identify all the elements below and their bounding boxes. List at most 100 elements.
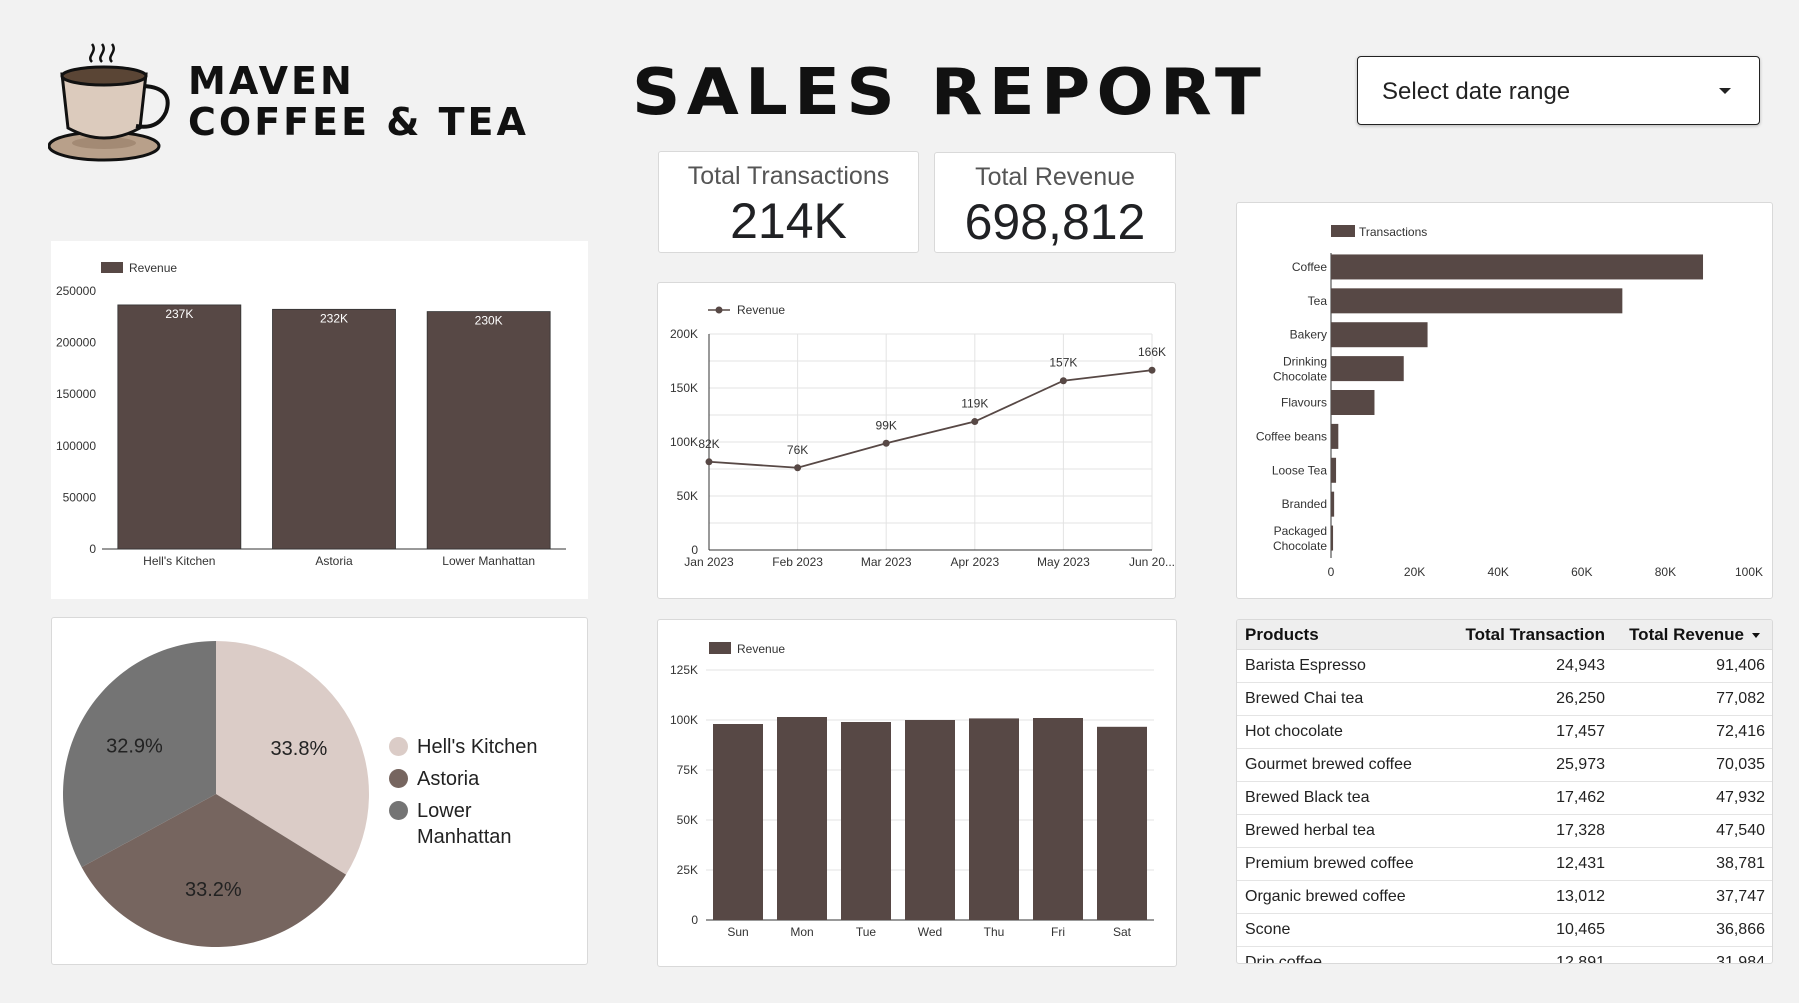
y-tick-label: Coffee beans <box>1256 429 1327 443</box>
legend-swatch <box>101 262 123 273</box>
data-label: 157K <box>1049 356 1077 370</box>
category-transactions-chart-panel: Transactions Coffee Tea Bakery Drinking Choco… <box>1236 202 1773 599</box>
bar <box>117 304 242 550</box>
date-range-dropdown[interactable]: Select date range <box>1357 56 1760 125</box>
transaction-cell: 12,891 <box>1556 954 1605 964</box>
x-tick-label: Jan 2023 <box>684 555 734 569</box>
brand-logo: MAVEN COFFEE & TEA <box>48 36 548 166</box>
y-tick-label: 25K <box>677 863 698 877</box>
bar <box>1331 457 1337 483</box>
pie-legend-label: Astoria <box>417 768 480 790</box>
store-revenue-chart-panel: Revenue 0 50000 100000 150000 200000 250000 237… <box>51 241 588 599</box>
header-products[interactable]: Products <box>1245 625 1319 645</box>
product-name-cell: Hot chocolate <box>1245 723 1343 740</box>
slice-label: 32.9% <box>106 736 163 758</box>
data-label: 166K <box>1138 345 1166 359</box>
product-name-cell: Brewed Chai tea <box>1245 690 1364 707</box>
brand-line-1: MAVEN <box>188 59 355 103</box>
y-tick-label: 0 <box>89 542 96 556</box>
bar <box>905 720 955 920</box>
revenue-cell: 91,406 <box>1716 657 1765 674</box>
kpi-total-transactions: Total Transactions 214K <box>658 151 919 253</box>
table-row[interactable]: Organic brewed coffee 13,012 37,747 <box>1237 881 1772 914</box>
kpi-label: Total Transactions <box>687 162 890 190</box>
table-row[interactable]: Brewed Black tea 17,462 47,932 <box>1237 782 1772 815</box>
revenue-cell: 70,035 <box>1716 756 1765 773</box>
chevron-down-icon <box>1719 88 1731 94</box>
y-tick-label: 150000 <box>56 387 96 401</box>
revenue-cell: 77,082 <box>1716 690 1765 707</box>
coffee-cup-icon <box>48 43 170 162</box>
product-name-cell: Organic brewed coffee <box>1245 888 1406 905</box>
data-label: 237K <box>165 307 193 321</box>
table-row[interactable]: Brewed Chai tea 26,250 77,082 <box>1237 683 1772 716</box>
table-row[interactable]: Premium brewed coffee 12,431 38,781 <box>1237 848 1772 881</box>
data-point <box>882 439 890 447</box>
revenue-cell: 47,932 <box>1716 789 1765 806</box>
data-label: 76K <box>787 443 808 457</box>
store-share-pie-chart: 33.8% 33.2% 32.9% <box>62 641 370 947</box>
transaction-cell: 17,462 <box>1556 789 1605 806</box>
bar <box>1331 322 1428 348</box>
data-label: 82K <box>698 437 719 451</box>
pie-legend-label: Manhattan <box>417 826 512 848</box>
x-tick-label: 100K <box>1735 565 1763 579</box>
y-tick-label: Branded <box>1282 497 1327 511</box>
bar <box>1033 718 1083 920</box>
sort-desc-icon <box>1752 632 1760 638</box>
data-label: 99K <box>876 418 897 432</box>
bar <box>969 718 1019 920</box>
legend-label: Revenue <box>129 261 177 275</box>
table-header: Products Total Transaction Total Revenue <box>1237 620 1772 650</box>
series-line <box>708 369 1153 469</box>
monthly-revenue-chart-panel: Revenue 0 50K 100K 150K 200K 82K Jan 2023 76K Feb… <box>657 282 1176 599</box>
table-row[interactable]: Scone 10,465 36,866 <box>1237 914 1772 947</box>
y-tick-label: Bakery <box>1290 328 1327 342</box>
table-row[interactable]: Barista Espresso 24,943 91,406 <box>1237 650 1772 683</box>
y-tick-label: 250000 <box>56 284 96 298</box>
y-tick-label: Flavours <box>1281 396 1327 410</box>
header-total-revenue[interactable]: Total Revenue <box>1629 625 1760 645</box>
pie-legend-label: Lower <box>417 800 472 822</box>
x-tick-label: 80K <box>1655 565 1676 579</box>
store-share-pie-panel: 33.8% 33.2% 32.9% Hell's Kitchen Astoria L… <box>51 617 588 965</box>
transaction-cell: 13,012 <box>1556 888 1605 905</box>
y-tick-label: 50K <box>677 813 698 827</box>
bar <box>1331 525 1334 551</box>
transaction-cell: 26,250 <box>1556 690 1605 707</box>
bar <box>1331 288 1623 314</box>
y-tick-label: 100K <box>670 435 698 449</box>
x-tick-label: Lower Manhattan <box>442 554 535 568</box>
product-table: Products Total Transaction Total Revenue… <box>1236 619 1773 964</box>
table-row[interactable]: Brewed herbal tea 17,328 47,540 <box>1237 815 1772 848</box>
legend-marker <box>715 306 723 314</box>
data-label: 119K <box>961 397 988 411</box>
header-total-transaction[interactable]: Total Transaction <box>1466 625 1606 645</box>
legend-swatch <box>1331 225 1355 237</box>
product-name-cell: Drip coffee <box>1245 954 1323 964</box>
slice-label: 33.8% <box>271 738 328 760</box>
legend-swatch <box>709 642 731 654</box>
y-tick-label: 150K <box>670 381 698 395</box>
table-row[interactable]: Gourmet brewed coffee 25,973 70,035 <box>1237 749 1772 782</box>
y-tick-label: Loose Tea <box>1272 463 1327 477</box>
bar <box>1331 356 1404 382</box>
bar <box>426 311 551 550</box>
legend-label: Revenue <box>737 303 785 317</box>
table-row[interactable]: Hot chocolate 17,457 72,416 <box>1237 716 1772 749</box>
x-tick-label: May 2023 <box>1037 555 1090 569</box>
x-tick-label: Fri <box>1051 925 1065 939</box>
revenue-cell: 38,781 <box>1716 855 1765 872</box>
data-label: 232K <box>320 311 348 325</box>
y-tick-label: 50000 <box>63 490 97 504</box>
table-row[interactable]: Drip coffee 12,891 31,984 <box>1237 947 1772 964</box>
weekday-revenue-chart-panel: Revenue 0 25K 50K 75K 100K 125K Sun Mon Tue Wed Thu… <box>657 619 1177 967</box>
kpi-value: 698,812 <box>964 194 1146 250</box>
x-tick-label: Apr 2023 <box>950 555 999 569</box>
bar <box>1331 423 1339 449</box>
header-total-revenue-label: Total Revenue <box>1629 624 1744 644</box>
brand-line-2: COFFEE & TEA <box>188 100 529 144</box>
x-tick-label: Wed <box>918 925 942 939</box>
y-tick-label: 200K <box>670 327 698 341</box>
category-transactions-chart: TransactionsCoffeeTeaBakeryDrinkingChoco… <box>1256 225 1763 579</box>
